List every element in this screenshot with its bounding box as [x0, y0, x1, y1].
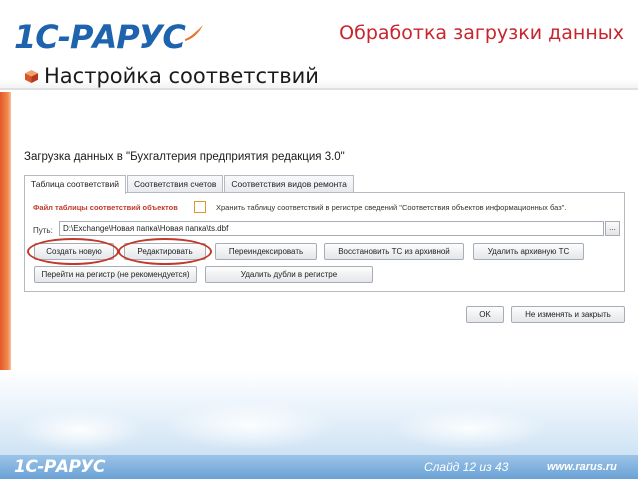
ok-button[interactable]: OK — [466, 306, 504, 323]
swoosh-icon — [184, 25, 203, 41]
path-input[interactable]: D:\Exchange\Новая папка\Новая папка\ts.d… — [59, 221, 604, 236]
section-title: Настройка соответствий — [44, 64, 319, 88]
footer-url[interactable]: www.rarus.ru — [547, 461, 617, 473]
tab-bar: Таблица соответствий Соответствия счетов… — [24, 175, 355, 194]
slide-counter: Слайд 12 из 43 — [424, 460, 509, 474]
tab-account-mapping[interactable]: Соответствия счетов — [127, 175, 224, 193]
close-without-changes-button[interactable]: Не изменять и закрыть — [511, 306, 625, 323]
slide-title: Обработка загрузки данных — [339, 22, 624, 44]
form-title: Загрузка данных в "Бухгалтерия предприят… — [24, 151, 345, 163]
delete-archive-button[interactable]: Удалить архивную ТС — [473, 243, 584, 260]
highlight-edit — [118, 238, 212, 265]
restore-from-archive-button[interactable]: Восстановить ТС из архивной — [324, 243, 464, 260]
divider — [0, 88, 638, 90]
delete-duplicates-button[interactable]: Удалить дубли в регистре — [205, 266, 373, 283]
file-label: Файл таблицы соответствий объектов — [33, 203, 178, 212]
goto-register-button[interactable]: Перейти на регистр (не рекомендуется) — [34, 266, 197, 283]
highlight-create — [27, 238, 119, 265]
browse-button[interactable]: ... — [605, 221, 620, 236]
path-label: Путь: — [33, 226, 53, 235]
cube-icon — [25, 70, 38, 83]
store-in-register-label: Хранить таблицу соответствий в регистре … — [216, 203, 567, 212]
tab-repair-types-mapping[interactable]: Соответствия видов ремонта — [224, 175, 354, 193]
brand-logo: 1С-РАРУС — [14, 18, 205, 56]
brand-logo-text: 1С-РАРУС — [14, 18, 186, 56]
reindex-button[interactable]: Переиндексировать — [215, 243, 317, 260]
store-in-register-checkbox[interactable] — [194, 201, 206, 213]
cloud-background — [0, 370, 638, 455]
footer-logo: 1С-РАРУС — [14, 457, 106, 477]
tab-mapping-table[interactable]: Таблица соответствий — [24, 175, 127, 194]
